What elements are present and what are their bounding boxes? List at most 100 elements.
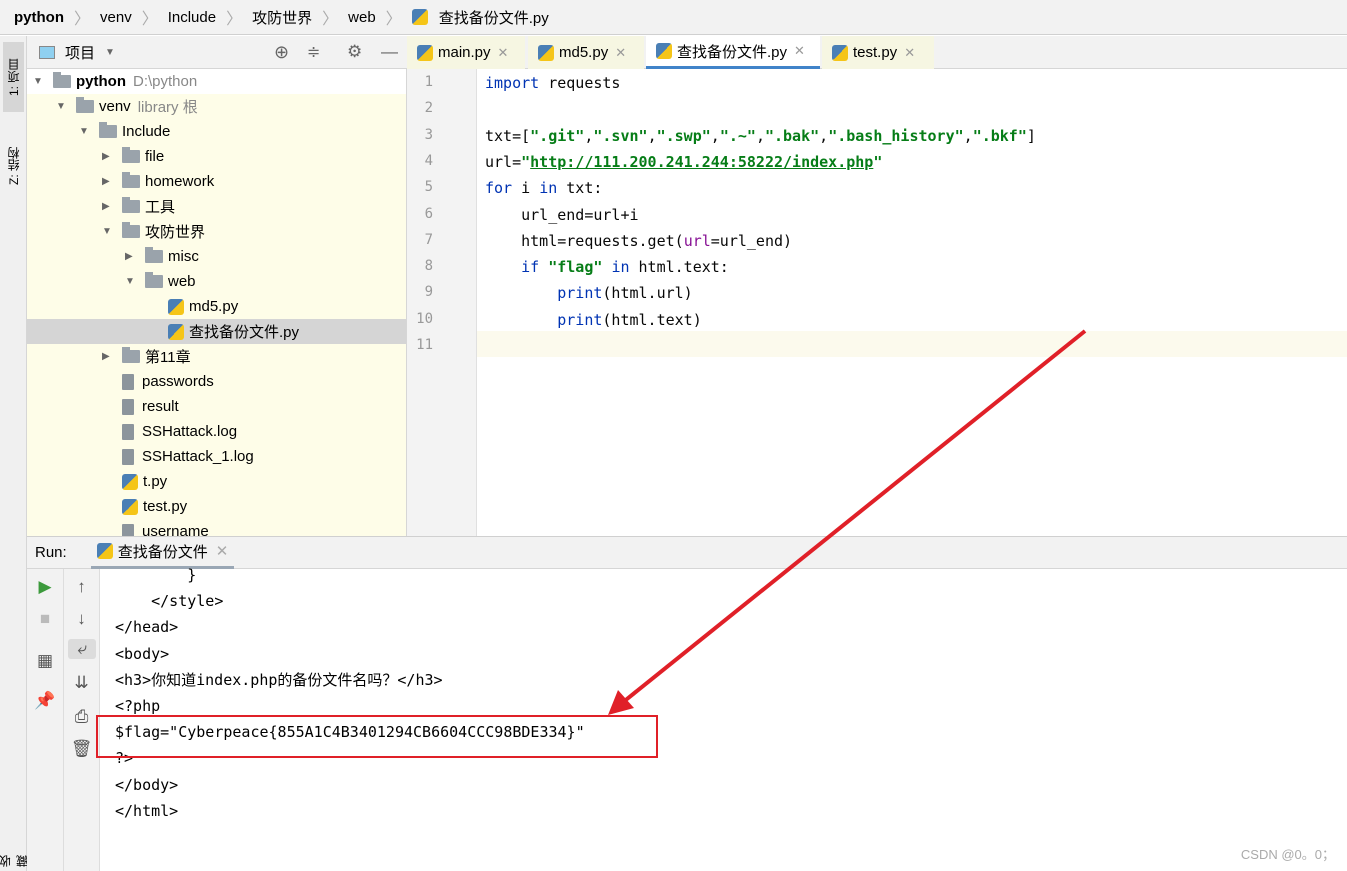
trash-icon[interactable]: 🗑 <box>64 739 99 759</box>
gear-icon[interactable]: ⚙ <box>347 42 362 62</box>
tree-item[interactable]: ▶ file <box>27 144 406 169</box>
run-toolbar-primary: ▶ ■ ▦ 📌 <box>27 569 64 871</box>
tree-item[interactable]: passwords <box>27 369 406 394</box>
project-tool-tab[interactable]: 1: 项目 <box>3 42 24 112</box>
collapse-arrow-icon[interactable]: ▶ <box>102 151 114 162</box>
editor-tab[interactable]: md5.py ✕ <box>528 36 644 69</box>
code-editor[interactable]: import requests txt=[".git",".svn",".swp"… <box>477 69 1347 536</box>
expand-arrow-icon[interactable]: ▼ <box>79 126 91 137</box>
collapse-arrow-icon[interactable]: ▶ <box>125 251 137 262</box>
pin-icon[interactable]: 📌 <box>27 691 63 711</box>
tree-item-label: 工具 <box>145 199 176 216</box>
collapse-arrow-icon[interactable]: ▶ <box>102 351 114 362</box>
output-line: </head> <box>115 618 179 637</box>
close-icon[interactable]: ✕ <box>498 45 509 61</box>
expand-arrow-icon[interactable]: ▼ <box>102 226 114 237</box>
project-tab-label: 1: 项目 <box>7 58 21 96</box>
close-icon[interactable]: ✕ <box>216 542 229 560</box>
breadcrumb-item[interactable]: python <box>14 9 64 26</box>
expand-arrow-icon[interactable]: ▼ <box>56 101 68 112</box>
tree-item-label: md5.py <box>189 298 239 315</box>
breadcrumb-item[interactable]: web <box>348 9 376 26</box>
print-icon[interactable]: ⎙ <box>64 707 99 727</box>
collapse-arrow-icon[interactable]: ▶ <box>102 176 114 187</box>
soft-wrap-icon[interactable]: ⤶ <box>68 639 96 659</box>
expand-arrow-icon[interactable]: ▼ <box>125 276 137 287</box>
tree-item[interactable]: ▶ 工具 <box>27 194 406 219</box>
editor-tab[interactable]: 查找备份文件.py ✕ <box>646 36 820 69</box>
code-token: txt: <box>557 179 603 198</box>
breadcrumb: python 〉 venv 〉 Include 〉攻防世界〉 web 〉查找备份文件.py <box>0 0 1347 35</box>
code-token: print <box>557 284 603 303</box>
breadcrumb-item[interactable]: 查找备份文件.py <box>439 7 549 28</box>
tree-item[interactable]: ▼ python D:\python <box>27 69 406 94</box>
arrow-down-icon[interactable]: ↓ <box>64 609 99 629</box>
folder-icon <box>76 97 94 113</box>
tree-item[interactable]: ▼ web <box>27 269 406 294</box>
code-token: url= <box>485 152 522 171</box>
tree-item[interactable]: test.py <box>27 494 406 519</box>
line-number: 5 <box>424 179 433 196</box>
output-line: <h3>你知道index.php的备份文件名吗？</h3> <box>115 670 443 689</box>
arrow-up-icon[interactable]: ↑ <box>64 577 99 597</box>
close-icon[interactable]: ✕ <box>904 45 915 61</box>
run-panel-header: Run: 查找备份文件 ✕ <box>27 536 1347 569</box>
close-icon[interactable]: ✕ <box>794 43 805 59</box>
tree-item[interactable]: username <box>27 519 406 536</box>
tree-item[interactable]: ▼ venv library 根 <box>27 94 406 119</box>
run-toolbar-secondary: ↑ ↓ ⤶ ⇊ ⎙ 🗑 <box>64 569 100 871</box>
layout-icon[interactable]: ▦ <box>27 651 63 671</box>
output-line: } <box>115 566 197 584</box>
code-token: txt=[ <box>485 126 531 145</box>
output-line: </body> <box>115 775 179 794</box>
code-line: url="http://111.200.241.244:58222/index.… <box>485 149 882 175</box>
editor-tab[interactable]: main.py ✕ <box>407 36 525 69</box>
tree-item[interactable]: 查找备份文件.py <box>27 319 406 344</box>
tree-item-label: file <box>145 148 165 165</box>
tree-item[interactable]: ▶ 第11章 <box>27 344 406 369</box>
tree-item-label: test.py <box>143 498 188 515</box>
expand-arrow-icon[interactable]: ▼ <box>33 76 45 87</box>
breadcrumb-item[interactable]: venv <box>100 9 132 26</box>
line-number: 10 <box>416 310 433 327</box>
collapse-arrow-icon[interactable]: ▶ <box>102 201 114 212</box>
favorites-tool-tab[interactable]: 收藏 <box>0 841 30 871</box>
text-file-icon <box>122 523 134 536</box>
chevron-right-icon: 〉 <box>322 11 339 28</box>
code-line: url_end=url+i <box>485 202 638 228</box>
tree-item[interactable]: ▶ homework <box>27 169 406 194</box>
chevron-down-icon[interactable]: ▼ <box>105 47 115 58</box>
tree-item[interactable]: result <box>27 394 406 419</box>
tree-item[interactable]: ▼ 攻防世界 <box>27 219 406 244</box>
code-token: (html.url) <box>602 284 693 303</box>
tree-item[interactable]: ▶ misc <box>27 244 406 269</box>
stop-icon[interactable]: ■ <box>27 609 63 629</box>
breadcrumb-item[interactable]: Include <box>168 9 216 26</box>
project-tree: ▼ python D:\python ▼ venv library 根 ▼ Include ▶ f… <box>27 69 407 536</box>
code-token: " <box>873 152 883 171</box>
folder-icon <box>99 122 117 138</box>
project-view-selector[interactable]: 项目 <box>65 42 95 63</box>
tree-item[interactable]: t.py <box>27 469 406 494</box>
code-token: ".bak" <box>764 126 820 145</box>
code-token: , <box>819 126 829 145</box>
structure-tool-tab[interactable]: Z: 结构 <box>3 131 24 201</box>
hide-icon[interactable]: — <box>381 42 398 62</box>
breadcrumb-item[interactable]: 攻防世界 <box>252 7 312 28</box>
locate-icon[interactable]: ⊕ <box>274 42 289 63</box>
code-token: " <box>521 152 531 171</box>
tree-item-label: 第11章 <box>145 349 191 366</box>
collapse-all-icon[interactable]: ≑ <box>307 42 320 62</box>
rerun-icon[interactable]: ▶ <box>27 577 63 597</box>
scroll-to-end-icon[interactable]: ⇊ <box>64 673 99 693</box>
code-token: i <box>512 179 540 198</box>
tree-item[interactable]: SSHattack.log <box>27 419 406 444</box>
python-file-icon <box>122 498 138 515</box>
tree-item[interactable]: md5.py <box>27 294 406 319</box>
tree-item[interactable]: ▼ Include <box>27 119 406 144</box>
tree-item[interactable]: SSHattack_1.log <box>27 444 406 469</box>
close-icon[interactable]: ✕ <box>615 45 626 61</box>
editor-tab[interactable]: test.py ✕ <box>822 36 934 69</box>
line-number: 6 <box>424 205 433 222</box>
text-file-icon <box>122 423 134 440</box>
